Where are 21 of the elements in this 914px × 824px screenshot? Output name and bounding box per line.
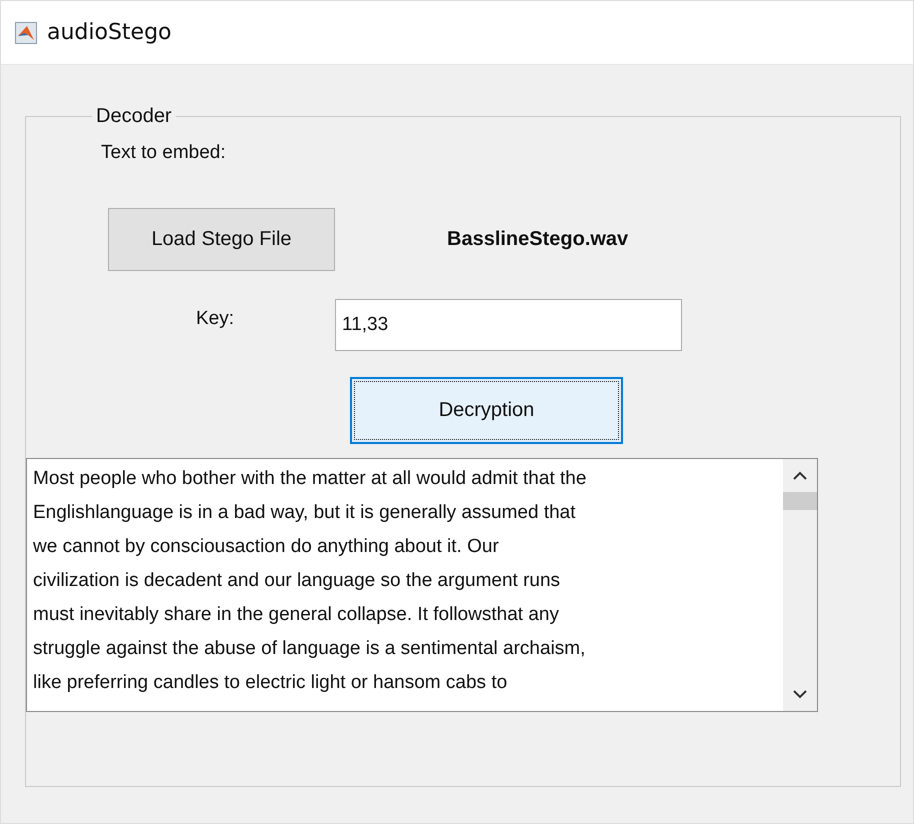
text-line: like preferring candles to electric light or hansom cabs to: [33, 671, 508, 695]
text-line: civilization is decadent and our language so the argument runs: [33, 569, 562, 593]
text-line: struggle against the abuse of language is a sentimental archaism,: [33, 637, 586, 661]
text-line: Most people who bother with the matter at all would admit that the: [33, 467, 588, 491]
scroll-bar[interactable]: [783, 459, 817, 711]
key-label: Key:: [196, 308, 234, 330]
text-line: Englishlanguage is in a bad way, but it is generally assumed that: [33, 501, 577, 525]
load-stego-file-button[interactable]: Load Stego File: [108, 208, 335, 271]
panel-title: Decoder: [95, 105, 173, 128]
window-title: audioStego: [47, 20, 172, 45]
text-line: must inevitably share in the general collapse. It followsthat any: [33, 603, 560, 627]
text-line: we cannot by consciousaction do anything about it. Our: [33, 535, 500, 559]
scroll-thumb[interactable]: [783, 492, 817, 510]
text-label: Text to embed:: [101, 142, 226, 164]
key-field[interactable]: 11,33: [335, 299, 682, 351]
app-icon: [15, 22, 37, 44]
decryption-button[interactable]: Decryption: [350, 377, 623, 444]
file-name: BasslineStego.wav: [447, 228, 628, 251]
output-text-area[interactable]: [26, 458, 818, 712]
scroll-down-icon[interactable]: [793, 690, 807, 699]
scroll-up-icon[interactable]: [793, 471, 807, 480]
